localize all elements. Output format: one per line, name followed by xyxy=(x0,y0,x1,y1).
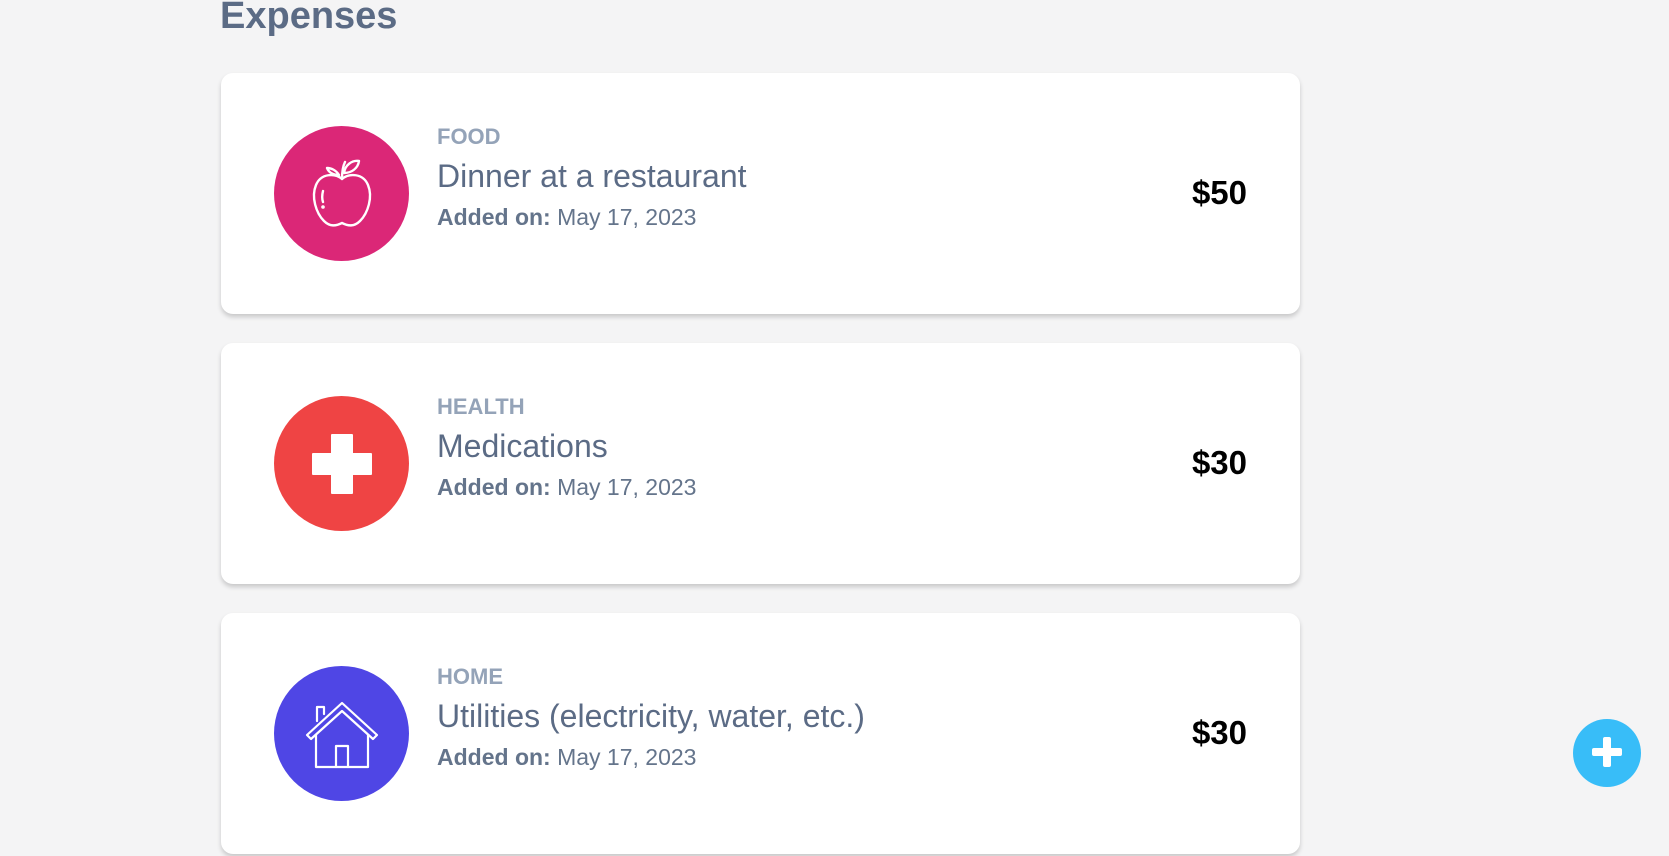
added-on-date: May 17, 2023 xyxy=(557,204,697,230)
add-expense-button[interactable] xyxy=(1573,719,1641,787)
expense-category: FOOD xyxy=(437,124,501,149)
expense-card[interactable]: FOOD Dinner at a restaurant Added on: Ma… xyxy=(221,73,1300,314)
page-title: Expenses xyxy=(220,0,398,37)
added-on-label: Added on: xyxy=(437,204,551,230)
category-icon-badge xyxy=(274,396,409,531)
expense-title: Utilities (electricity, water, etc.) xyxy=(437,698,865,734)
expense-amount: $30 xyxy=(1191,444,1247,481)
expense-list: FOOD Dinner at a restaurant Added on: Ma… xyxy=(221,73,1300,856)
expense-category: HEALTH xyxy=(437,394,525,419)
plus-icon xyxy=(1590,735,1624,772)
house-icon xyxy=(305,699,379,769)
apple-icon xyxy=(307,157,377,231)
added-on-label: Added on: xyxy=(437,744,551,770)
category-icon-badge xyxy=(274,666,409,801)
medical-cross-icon xyxy=(311,433,373,495)
added-on-date: May 17, 2023 xyxy=(557,474,697,500)
expense-title: Dinner at a restaurant xyxy=(437,158,747,194)
expense-card[interactable]: HOME Utilities (electricity, water, etc.… xyxy=(221,613,1300,854)
expense-amount: $30 xyxy=(1191,714,1247,751)
expense-info: HEALTH Medications Added on: May 17, 202… xyxy=(437,393,696,503)
added-on-date: May 17, 2023 xyxy=(557,744,697,770)
expense-title: Medications xyxy=(437,428,608,464)
expense-info: FOOD Dinner at a restaurant Added on: Ma… xyxy=(437,123,747,233)
expense-info: HOME Utilities (electricity, water, etc.… xyxy=(437,663,865,773)
expenses-page: Expenses FOOD Dinner at a restaurant Add… xyxy=(0,0,1669,856)
expense-card[interactable]: HEALTH Medications Added on: May 17, 202… xyxy=(221,343,1300,584)
added-on-label: Added on: xyxy=(437,474,551,500)
expense-added-on: Added on: May 17, 2023 xyxy=(437,201,747,233)
expense-added-on: Added on: May 17, 2023 xyxy=(437,741,865,773)
category-icon-badge xyxy=(274,126,409,261)
expense-added-on: Added on: May 17, 2023 xyxy=(437,471,696,503)
expense-amount: $50 xyxy=(1191,174,1247,211)
expense-category: HOME xyxy=(437,664,503,689)
